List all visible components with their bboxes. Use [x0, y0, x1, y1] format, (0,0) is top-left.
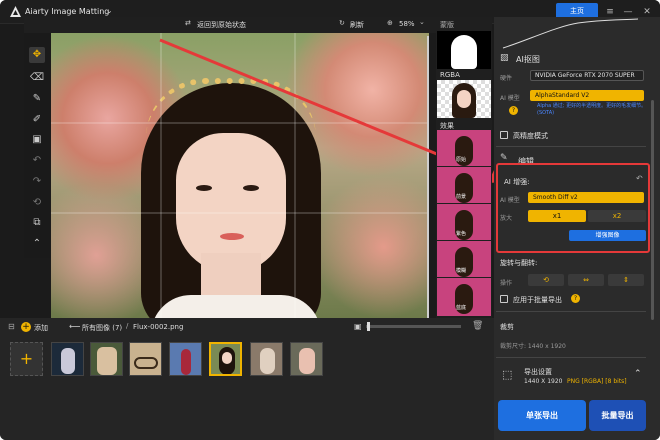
rgba-label: RGBA: [440, 71, 460, 79]
image-thumbnail-2[interactable]: [90, 342, 123, 376]
add-image-button[interactable]: +: [10, 342, 43, 376]
divider: [496, 357, 646, 358]
export-settings-icon: ⬚: [502, 368, 513, 381]
eraser-tool-icon[interactable]: ⌫: [29, 70, 45, 86]
refresh-icon[interactable]: ↻: [339, 19, 345, 27]
image-thumbnail-7[interactable]: [290, 342, 323, 376]
ai-model-select[interactable]: AlphaStandard V2: [530, 90, 644, 101]
model-hint-text: Alpha 通过; 更好的半透明度。更好的毛发细节。(SOTA): [537, 103, 647, 116]
rotate-op-label: 操作: [500, 280, 513, 287]
hq-mode-label: 高精度模式: [513, 132, 548, 140]
image-thumbnail-6[interactable]: [250, 342, 283, 376]
rotate-title: 旋转与翻转:: [500, 259, 538, 267]
mask-thumbnail[interactable]: [437, 31, 491, 69]
all-images-label[interactable]: 所有图像 (7): [82, 323, 122, 333]
back-icon[interactable]: ⟵: [69, 322, 80, 331]
effect-thumbnail-2[interactable]: 前景: [437, 167, 491, 203]
effect-thumbnail-5[interactable]: 蓝底: [437, 278, 491, 316]
settings-scrollbar[interactable]: [651, 100, 654, 320]
flip-horizontal-icon[interactable]: ⇔: [568, 274, 604, 286]
effect-caption: 紫色: [456, 231, 467, 237]
slider-handle[interactable]: [367, 322, 370, 331]
hardware-select[interactable]: NVIDIA GeForce RTX 2070 SUPER: [530, 70, 644, 81]
image-thumbnail-1[interactable]: [51, 342, 84, 376]
delete-icon[interactable]: 🗑: [472, 321, 483, 331]
ai-model-label: AI 模型: [500, 95, 520, 102]
hardware-label: 硬件: [500, 75, 513, 82]
apply-batch-checkbox[interactable]: [500, 295, 508, 303]
divider: [496, 311, 646, 312]
crop-size: 裁剪尺寸: 1440 x 1920: [500, 343, 566, 350]
export-settings-title: 导出设置: [524, 368, 552, 376]
reset-icon[interactable]: ⇄: [185, 19, 191, 27]
hq-mode-checkbox[interactable]: [500, 131, 508, 139]
export-collapse-icon[interactable]: ⌃: [634, 369, 642, 379]
canvas-grid: [51, 33, 429, 318]
image-thumbnail-3[interactable]: [129, 342, 162, 376]
ai-matting-title: AI抠图: [516, 55, 540, 64]
redo-icon[interactable]: ↷: [29, 174, 45, 190]
filmstrip-panel: [0, 318, 494, 440]
export-format: PNG [RGBA] [8 bits]: [567, 378, 627, 385]
add-icon[interactable]: +: [21, 322, 31, 332]
collapse-tools-icon[interactable]: ⌃: [29, 236, 45, 252]
canvas-scrollbar[interactable]: [427, 36, 429, 320]
export-dimensions: 1440 X 1920: [524, 378, 563, 385]
paint-bucket-icon[interactable]: ▣: [29, 132, 45, 148]
move-tool-icon[interactable]: ✥: [29, 47, 45, 63]
title-menu-chevron-icon[interactable]: ⌄: [106, 6, 113, 15]
divider: [496, 146, 646, 147]
zoom-icon[interactable]: ⊕: [387, 19, 393, 27]
edit-icon: ✎: [500, 153, 508, 163]
rgba-thumbnail[interactable]: [437, 80, 491, 118]
export-single-button[interactable]: 单张导出: [498, 400, 586, 431]
image-thumbnail-5-selected[interactable]: [209, 342, 242, 376]
highlight-box: [496, 163, 650, 253]
app-title: Aiarty Image Matting: [25, 7, 110, 16]
effect-caption: 前景: [456, 194, 467, 200]
effect-caption: 蓝底: [456, 305, 467, 311]
rotate-icon[interactable]: ⟲: [528, 274, 564, 286]
effect-thumbnail-3[interactable]: 紫色: [437, 204, 491, 240]
filmstrip-slider[interactable]: [366, 325, 461, 328]
ai-matting-icon: ▨: [500, 53, 509, 63]
mask-label: 蒙版: [440, 21, 454, 29]
filmstrip-toggle-icon[interactable]: ⊟: [8, 322, 15, 331]
add-label[interactable]: 添加: [34, 323, 48, 333]
image-size-icon: ▣: [354, 322, 362, 331]
zoom-level[interactable]: 58%: [399, 20, 415, 28]
app-window: Aiarty Image Matting ⌄ 主页 ≡ — ✕ ⇄ 返回到原始状…: [0, 0, 660, 440]
apply-batch-help-icon[interactable]: ?: [571, 294, 580, 303]
zoom-chevron-icon[interactable]: ⌄: [419, 18, 425, 26]
brush-tool-icon[interactable]: ✎: [29, 91, 45, 107]
apply-batch-label: 应用于批量导出: [513, 296, 562, 304]
undo-icon[interactable]: ↶: [29, 153, 45, 169]
effect-thumbnail-4[interactable]: 模糊: [437, 241, 491, 277]
breadcrumb-separator: /: [126, 322, 129, 330]
filename-label: Flux-0002.png: [133, 323, 184, 331]
refresh-button[interactable]: 刷新: [350, 20, 364, 30]
crop-title: 裁剪: [500, 323, 514, 331]
export-batch-button[interactable]: 批量导出: [589, 400, 646, 431]
effect-thumbnail-1[interactable]: 原始: [437, 130, 491, 166]
flip-vertical-icon[interactable]: ⇕: [608, 274, 644, 286]
image-thumbnail-4[interactable]: [169, 342, 202, 376]
model-help-icon[interactable]: ?: [509, 106, 518, 115]
effect-caption: 原始: [456, 157, 467, 163]
histogram-chart: [502, 18, 639, 49]
app-logo-icon: [10, 6, 21, 17]
reset-button[interactable]: 返回到原始状态: [197, 20, 246, 30]
compare-icon[interactable]: ⧉: [29, 215, 45, 231]
restore-brush-icon[interactable]: ✐: [29, 112, 45, 128]
history-icon[interactable]: ⟲: [29, 195, 45, 211]
effect-caption: 模糊: [456, 268, 467, 274]
